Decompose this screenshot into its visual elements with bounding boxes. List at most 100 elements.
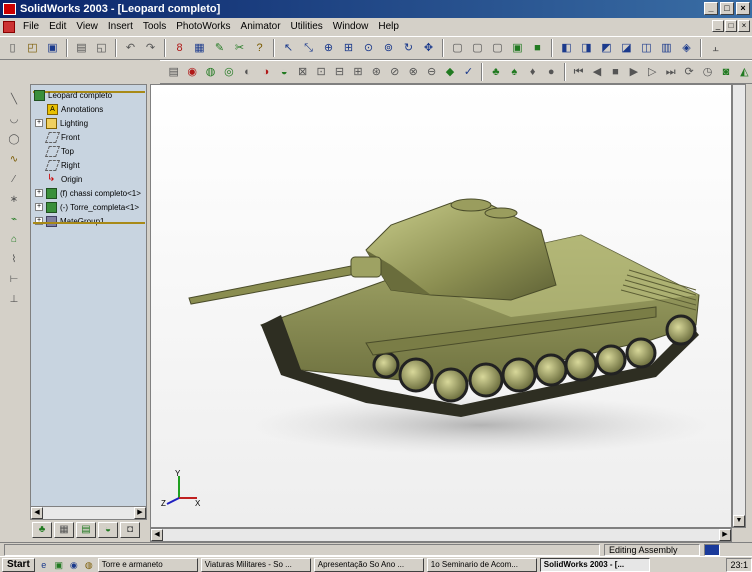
circle-icon[interactable]: ◯ [5, 132, 23, 148]
photoworks-tab-icon[interactable]: ◒ [98, 522, 118, 538]
bottom-view-icon[interactable]: ▥ [658, 40, 675, 57]
mate-icon[interactable]: ◒ [277, 64, 292, 81]
point-icon[interactable]: ∗ [5, 192, 23, 208]
loop-icon[interactable]: ⟳ [681, 64, 696, 81]
start-button[interactable]: Start [2, 557, 35, 572]
menu-help[interactable]: Help [373, 18, 404, 36]
hidden-lines-visible-icon[interactable]: ▢ [469, 40, 486, 57]
taskbar-item-ppt2[interactable]: Apresentação So Ano ... [313, 557, 424, 572]
taskbar-item-ppt1[interactable]: Viaturas Militares - So ... [200, 557, 311, 572]
rollback-bar[interactable] [33, 222, 145, 224]
collision-icon[interactable]: ⊞ [350, 64, 365, 81]
menu-utilities[interactable]: Utilities [286, 18, 328, 36]
front-view-icon[interactable]: ◧ [558, 40, 575, 57]
solidworks-app-icon[interactable] [3, 3, 16, 15]
assembly-feature-icon[interactable]: ⊛ [369, 64, 384, 81]
mirror-icon[interactable]: ⊢ [5, 272, 23, 288]
scroll-right-icon[interactable]: ▶ [719, 529, 731, 541]
isometric-view-icon[interactable]: ◈ [678, 40, 695, 57]
wireframe-icon[interactable]: ▢ [449, 40, 466, 57]
step-back-icon[interactable]: ◀ [589, 64, 604, 81]
featuremanager-tab-icon[interactable]: ♣ [32, 522, 52, 538]
maximize-button[interactable]: □ [720, 2, 734, 15]
sketch-icon[interactable]: ✎ [211, 40, 228, 57]
tree-root[interactable]: Leopard completo [34, 88, 112, 102]
step-forward-icon[interactable]: ▷ [645, 64, 660, 81]
menu-animator[interactable]: Animator [236, 18, 286, 36]
timer-icon[interactable]: ◷ [700, 64, 715, 81]
tree-item-torre[interactable]: + (-) Torre_completa<1> [35, 200, 139, 214]
annotation-icon[interactable]: ✓ [461, 64, 476, 81]
animator-icon[interactable]: ♣ [488, 64, 503, 81]
menu-view[interactable]: View [71, 18, 103, 36]
back-view-icon[interactable]: ◨ [578, 40, 595, 57]
doc-minimize-button[interactable]: _ [712, 20, 724, 32]
shaded-edges-icon[interactable]: ▣ [509, 40, 526, 57]
doc-close-button[interactable]: × [738, 20, 750, 32]
tree-item-origin[interactable]: ↳ Origin [47, 172, 82, 186]
doc-restore-button[interactable]: □ [725, 20, 737, 32]
options-icon[interactable]: ▦ [191, 40, 208, 57]
animator-tab-icon[interactable]: ◘ [120, 522, 140, 538]
zoom-area-icon[interactable]: ⊞ [340, 40, 357, 57]
centerline-icon[interactable]: ⁄ [5, 172, 23, 188]
tree-item-mategroup[interactable]: + MateGroup1 [35, 214, 104, 228]
zoom-in-out-icon[interactable]: ⊙ [360, 40, 377, 57]
scroll-left-icon[interactable]: ◀ [31, 507, 43, 519]
plane-icon[interactable]: ⫠ [707, 40, 724, 57]
open-icon[interactable]: ◰ [24, 40, 41, 57]
tree-item-lighting[interactable]: + Lighting [35, 116, 88, 130]
tree-horizontal-scrollbar[interactable]: ◀ ▶ [30, 506, 147, 520]
left-view-icon[interactable]: ◩ [598, 40, 615, 57]
taskbar-item-folder[interactable]: Torre e armaneto [97, 557, 198, 572]
menu-photoworks[interactable]: PhotoWorks [171, 18, 235, 36]
render-icon[interactable]: ◭ [737, 64, 752, 81]
viewport-vertical-scrollbar[interactable]: ▼ [732, 84, 746, 528]
help-icon[interactable]: ? [251, 40, 268, 57]
hole-series-icon[interactable]: ⊗ [405, 64, 420, 81]
camera-icon[interactable]: ◙ [718, 64, 733, 81]
menu-tools[interactable]: Tools [138, 18, 171, 36]
scroll-down-icon[interactable]: ▼ [733, 515, 745, 527]
taskbar-item-solidworks[interactable]: SolidWorks 2003 - [... [539, 557, 650, 572]
smart-dimension-icon[interactable]: ✂ [231, 40, 248, 57]
graphics-area[interactable]: Y X Z [150, 84, 732, 528]
taskbar-item-ppt3[interactable]: 1o Seminario de Acom... [426, 557, 537, 572]
redo-icon[interactable]: ↷ [142, 40, 159, 57]
zoom-selection-icon[interactable]: ⊚ [380, 40, 397, 57]
select-filter-icon[interactable]: ⤡ [300, 40, 317, 57]
pan-icon[interactable]: ✥ [420, 40, 437, 57]
simulation-icon[interactable]: ⊟ [332, 64, 347, 81]
tree-item-front[interactable]: Front [44, 130, 80, 144]
record-icon[interactable]: ● [543, 64, 558, 81]
tank-model[interactable] [151, 85, 732, 528]
offset-entities-icon[interactable]: ⌂ [5, 232, 23, 248]
edit-component-icon[interactable]: ◎ [221, 64, 236, 81]
top-view-icon[interactable]: ◫ [638, 40, 655, 57]
line-icon[interactable]: ╲ [5, 92, 23, 108]
play-icon[interactable]: ▶ [626, 64, 641, 81]
insert-component-icon[interactable]: ▤ [166, 64, 181, 81]
expand-icon[interactable]: + [35, 119, 43, 127]
change-suppression-icon[interactable]: ◍ [203, 64, 218, 81]
ie-icon[interactable]: e [38, 559, 50, 571]
undo-icon[interactable]: ↶ [122, 40, 139, 57]
new-icon[interactable]: ▯ [4, 40, 21, 57]
smart-fastener-icon[interactable]: ⊘ [387, 64, 402, 81]
tree-item-top[interactable]: Top [44, 144, 74, 158]
minimize-button[interactable]: _ [704, 2, 718, 15]
interference-icon[interactable]: ⊡ [313, 64, 328, 81]
tree-item-chassi[interactable]: + (f) chassi completo<1> [35, 186, 141, 200]
move-component-icon[interactable]: ◐ [240, 64, 255, 81]
convert-entities-icon[interactable]: ⌁ [5, 212, 23, 228]
close-button[interactable]: × [736, 2, 750, 15]
path-icon[interactable]: ♠ [507, 64, 522, 81]
hide-show-icon[interactable]: ◉ [184, 64, 199, 81]
menu-window[interactable]: Window [328, 18, 374, 36]
scroll-right-icon[interactable]: ▶ [134, 507, 146, 519]
keyframe-icon[interactable]: ♦ [525, 64, 540, 81]
trim-icon[interactable]: ⌇ [5, 252, 23, 268]
desktop-icon[interactable]: ▣ [53, 559, 65, 571]
media-icon[interactable]: ◍ [83, 559, 95, 571]
fast-forward-icon[interactable]: ⏭ [663, 64, 678, 81]
